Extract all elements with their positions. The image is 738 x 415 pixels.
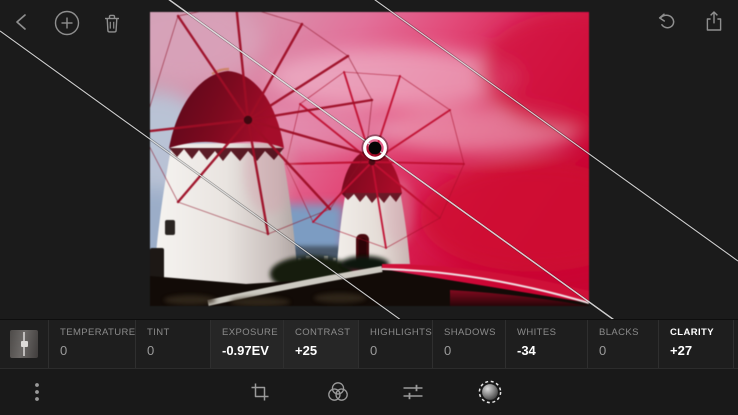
share-button[interactable] — [700, 8, 728, 36]
photo-editor-app: TEMPERATURE 0 TINT 0 EXPOSURE -0.97EV CO… — [0, 0, 738, 415]
adjust-sliders-icon — [400, 379, 426, 405]
adjustment-label: SHADOWS — [444, 327, 505, 338]
adjustment-label: WHITES — [517, 327, 587, 338]
adjustment-label: CONTRAST — [295, 327, 358, 338]
adjustment-blacks[interactable]: BLACKS 0 — [587, 320, 658, 368]
back-button[interactable] — [8, 8, 36, 36]
add-plus-icon — [53, 9, 81, 37]
bottom-toolbar — [0, 368, 738, 415]
adjustment-clarity[interactable]: CLARITY +27 — [658, 320, 733, 368]
adjustments-endcap — [733, 320, 738, 368]
undo-button[interactable] — [652, 8, 680, 36]
adjustment-tint[interactable]: TINT 0 — [135, 320, 210, 368]
crop-tool-button[interactable] — [245, 377, 275, 407]
mask-control-point[interactable] — [360, 133, 390, 163]
adjust-tool-button[interactable] — [398, 377, 428, 407]
back-chevron-icon — [8, 8, 36, 36]
adjustment-value: -0.97EV — [222, 343, 283, 358]
adjustment-value: +25 — [295, 343, 358, 358]
adjustment-value: -34 — [517, 343, 587, 358]
selective-edit-tool-button[interactable] — [475, 377, 505, 407]
trash-icon — [98, 9, 126, 37]
color-mix-circles-icon — [325, 379, 351, 405]
compare-slider-button[interactable] — [0, 320, 48, 368]
share-export-icon — [700, 8, 728, 36]
selective-edit-radial-icon — [476, 378, 504, 406]
editor-stage — [0, 0, 738, 319]
color-mix-tool-button[interactable] — [323, 377, 353, 407]
adjustment-value: 0 — [147, 343, 210, 358]
adjustment-value: 0 — [444, 343, 505, 358]
adjustments-bar: TEMPERATURE 0 TINT 0 EXPOSURE -0.97EV CO… — [0, 319, 738, 368]
adjustment-exposure[interactable]: EXPOSURE -0.97EV — [210, 320, 283, 368]
crop-icon — [248, 380, 272, 404]
adjustment-label: CLARITY — [670, 327, 733, 338]
adjustment-shadows[interactable]: SHADOWS 0 — [432, 320, 505, 368]
overflow-menu-dots-icon — [25, 378, 49, 406]
adjustment-value: +27 — [670, 343, 733, 358]
delete-button[interactable] — [98, 9, 126, 37]
adjustment-value: 0 — [599, 343, 658, 358]
adjustment-temperature[interactable]: TEMPERATURE 0 — [48, 320, 135, 368]
adjustment-value: 0 — [370, 343, 432, 358]
overflow-menu-button[interactable] — [22, 377, 52, 407]
add-photo-button[interactable] — [53, 9, 81, 37]
adjustment-whites[interactable]: WHITES -34 — [505, 320, 587, 368]
compare-slider-thumbnail-icon — [10, 330, 38, 358]
adjustment-value: 0 — [60, 343, 135, 358]
adjustment-label: HIGHLIGHTS — [370, 327, 432, 338]
adjustment-contrast[interactable]: CONTRAST +25 — [283, 320, 358, 368]
adjustment-label: EXPOSURE — [222, 327, 283, 338]
adjustment-highlights[interactable]: HIGHLIGHTS 0 — [358, 320, 432, 368]
adjustment-label: BLACKS — [599, 327, 658, 338]
adjustment-label: TINT — [147, 327, 210, 338]
adjustment-label: TEMPERATURE — [60, 327, 135, 338]
undo-arrow-icon — [652, 8, 680, 36]
